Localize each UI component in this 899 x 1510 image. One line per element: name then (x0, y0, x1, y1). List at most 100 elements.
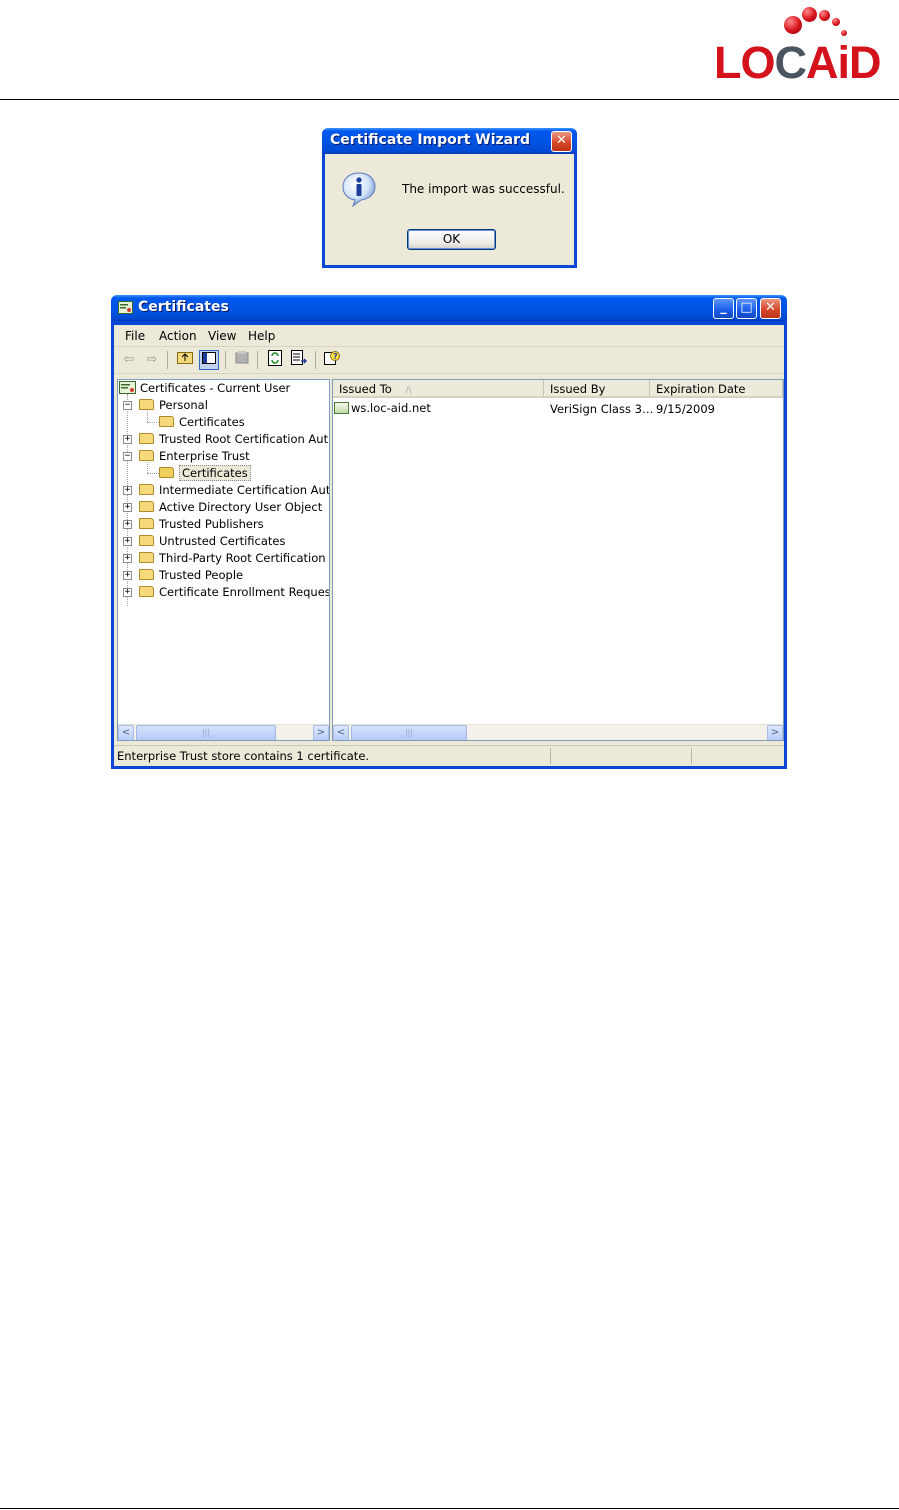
tree-item-untrusted[interactable]: Untrusted Certificates (139, 533, 286, 550)
scroll-right-button[interactable]: > (313, 725, 329, 740)
toolbar-separator (315, 351, 316, 369)
tree-label: Third-Party Root Certification Au (159, 551, 330, 565)
folder-icon (159, 416, 174, 427)
expand-toggle[interactable]: + (123, 537, 132, 546)
folder-icon (139, 535, 154, 546)
tree-item-intermediate[interactable]: Intermediate Certification Author (139, 482, 330, 499)
scroll-thumb[interactable]: ||| (351, 725, 467, 740)
list-hscrollbar[interactable]: < ||| > (333, 724, 783, 740)
tree-item-enterprise-certificates[interactable]: Certificates (159, 465, 251, 482)
tree-item-active-directory[interactable]: Active Directory User Object (139, 499, 322, 516)
menu-file[interactable]: File (125, 329, 145, 343)
dialog-close-button[interactable]: ✕ (551, 131, 572, 152)
certificate-icon (334, 402, 349, 414)
tree-item-trusted-people[interactable]: Trusted People (139, 567, 243, 584)
column-issued-to[interactable]: Issued To /\ (333, 380, 544, 398)
tree-hscrollbar[interactable]: < ||| > (118, 724, 329, 740)
import-wizard-dialog: Certificate Import Wizard ✕ The import w… (322, 128, 577, 268)
menu-view[interactable]: View (208, 329, 236, 343)
logo-dot (832, 18, 840, 26)
up-folder-icon[interactable] (175, 350, 195, 370)
ok-button[interactable]: OK (407, 229, 496, 250)
folder-icon (139, 552, 154, 563)
column-issued-by[interactable]: Issued By (544, 380, 650, 398)
dialog-title: Certificate Import Wizard (330, 132, 531, 148)
scroll-left-button[interactable]: < (118, 725, 134, 740)
status-bar: Enterprise Trust store contains 1 certif… (114, 745, 784, 766)
menu-help[interactable]: Help (248, 329, 275, 343)
collapse-toggle[interactable]: − (123, 401, 132, 410)
show-hide-tree-icon[interactable] (199, 350, 219, 370)
issued-by-cell: VeriSign Class 3… (550, 402, 654, 416)
sort-ascending-icon: /\ (405, 386, 412, 396)
expand-toggle[interactable]: + (123, 520, 132, 529)
maximize-button[interactable]: □ (736, 298, 757, 319)
help-icon[interactable]: ? (322, 350, 342, 370)
column-expiration-date[interactable]: Expiration Date (650, 380, 783, 398)
menu-action[interactable]: Action (159, 329, 197, 343)
list-pane: Issued To /\ Issued By Expiration Date w… (332, 379, 784, 741)
toolbar: ⇦ ⇨ ? (114, 347, 784, 374)
logo-dot (802, 7, 817, 22)
tree-item-trusted-publishers[interactable]: Trusted Publishers (139, 516, 264, 533)
menu-bar: File Action View Help (114, 325, 784, 347)
folder-icon (139, 518, 154, 529)
tree-label: Trusted People (159, 568, 244, 582)
expand-toggle[interactable]: + (123, 571, 132, 580)
tree-root[interactable]: Certificates - Current User (119, 380, 290, 397)
scroll-right-button[interactable]: > (767, 725, 783, 740)
folder-icon (139, 586, 154, 597)
window-title: Certificates (138, 299, 229, 315)
folder-icon (139, 569, 154, 580)
footer-rule (0, 1508, 899, 1509)
expand-toggle[interactable]: + (123, 435, 132, 444)
window-close-button[interactable]: ✕ (760, 298, 781, 319)
column-label: Issued To (339, 382, 392, 396)
refresh-icon[interactable] (265, 350, 285, 370)
dialog-body: The import was successful. OK (325, 154, 574, 265)
tree-label: Personal (159, 398, 208, 412)
status-separator (550, 748, 551, 764)
expand-toggle[interactable]: + (123, 486, 132, 495)
toolbar-separator (225, 351, 226, 369)
dialog-titlebar[interactable]: Certificate Import Wizard ✕ (322, 128, 577, 154)
tree-label: Trusted Root Certification Autho (159, 432, 330, 446)
tree-item-enterprise-trust[interactable]: Enterprise Trust (139, 448, 250, 465)
toolbar-separator (167, 351, 168, 369)
expand-toggle[interactable]: + (123, 503, 132, 512)
logo-wordmark: LOCAiD (714, 37, 881, 88)
svg-text:?: ? (333, 352, 338, 361)
collapse-toggle[interactable]: − (123, 452, 132, 461)
table-row[interactable]: ws.loc-aid.net (334, 401, 431, 415)
scroll-thumb[interactable]: ||| (136, 725, 276, 740)
certificates-window: Certificates _ □ ✕ File Action View Help… (111, 295, 787, 769)
expiration-cell: 9/15/2009 (656, 402, 715, 416)
expand-toggle[interactable]: + (123, 554, 132, 563)
locaid-logo: LOCAiD (712, 4, 888, 86)
folder-icon (139, 450, 154, 461)
header-rule (0, 99, 899, 100)
tree-label: Intermediate Certification Author (159, 483, 330, 497)
folder-icon (139, 501, 154, 512)
tree-label: Certificates - Current User (140, 381, 291, 395)
expand-toggle[interactable]: + (123, 588, 132, 597)
scroll-left-button[interactable]: < (333, 725, 349, 740)
logo-dot (784, 16, 802, 34)
tree-item-personal-certificates[interactable]: Certificates (159, 414, 245, 431)
export-list-icon[interactable] (289, 350, 309, 370)
window-body: File Action View Help ⇦ ⇨ ? Certificates… (114, 325, 784, 766)
tree-item-personal[interactable]: Personal (139, 397, 208, 414)
minimize-button[interactable]: _ (713, 298, 734, 319)
tree-item-trusted-root[interactable]: Trusted Root Certification Autho (139, 431, 330, 448)
folder-icon (139, 399, 154, 410)
tree-item-third-party-root[interactable]: Third-Party Root Certification Au (139, 550, 330, 567)
folder-icon (139, 484, 154, 495)
back-arrow-icon[interactable]: ⇦ (119, 350, 139, 370)
window-titlebar[interactable]: Certificates _ □ ✕ (111, 295, 787, 321)
delete-icon[interactable] (232, 350, 252, 370)
tree-label: Active Directory User Object (159, 500, 323, 514)
forward-arrow-icon[interactable]: ⇨ (142, 350, 162, 370)
tree-label: Certificate Enrollment Requests (159, 585, 330, 599)
column-label: Issued By (550, 382, 606, 396)
tree-item-enrollment-requests[interactable]: Certificate Enrollment Requests (139, 584, 330, 601)
